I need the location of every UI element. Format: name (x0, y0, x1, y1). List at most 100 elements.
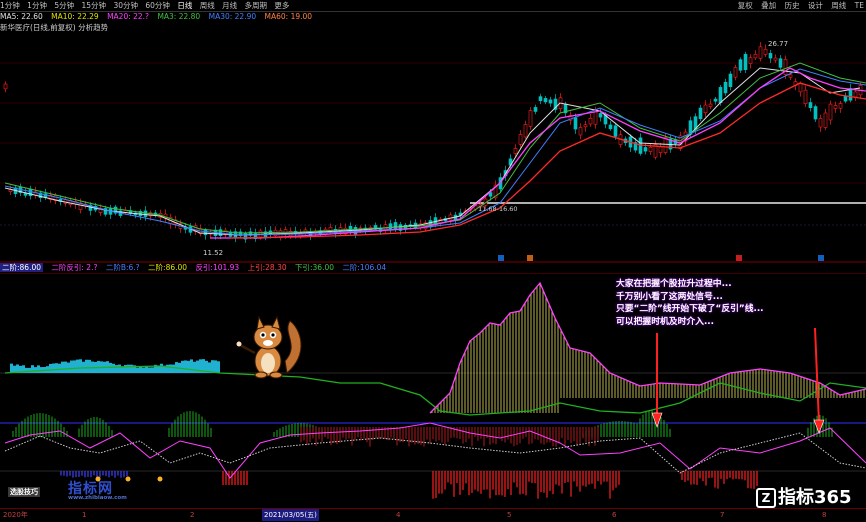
hist-bar (124, 364, 127, 373)
hist-bar (115, 365, 118, 373)
option-tab[interactable]: 周线 (831, 1, 846, 10)
time-label: 5 (507, 511, 512, 519)
event-marker[interactable] (498, 255, 504, 261)
candle (833, 105, 838, 109)
callout-line: 大家在把握个股拉升过程中... (616, 279, 732, 289)
event-marker[interactable] (527, 255, 533, 261)
option-tab[interactable]: TE (855, 1, 864, 10)
candle (808, 102, 813, 108)
option-tab[interactable]: 设计 (808, 1, 823, 10)
candle (773, 57, 778, 61)
period-tab-daily[interactable]: 日线 (177, 1, 192, 10)
hist-bar (217, 361, 220, 373)
candle (748, 57, 753, 64)
squirrel-icon (236, 315, 302, 379)
period-tab[interactable]: 15分钟 (82, 1, 107, 10)
indicator-item: 二阶反引: 2.? (51, 263, 98, 272)
hist-bar (184, 360, 187, 373)
period-tab[interactable]: 5分钟 (54, 1, 74, 10)
signal-dot (157, 476, 163, 482)
price-chart: 26.77 11.52 11.68-16.60 (0, 40, 866, 263)
candle (813, 106, 818, 120)
period-tab[interactable]: 60分钟 (145, 1, 170, 10)
candle (583, 124, 588, 128)
hist-bar (76, 359, 79, 373)
brand-url: www.zhibiaow.com (68, 495, 127, 501)
option-tab[interactable]: 复权 (738, 1, 753, 10)
indicator-item: 二阶:106.04 (342, 263, 387, 272)
indicator-item: 下引:36.00 (295, 263, 334, 272)
period-tab[interactable]: 月线 (222, 1, 237, 10)
candle (778, 58, 783, 68)
low-label: 11.52 (203, 249, 223, 257)
time-label: 2 (190, 511, 195, 519)
candle (433, 217, 438, 224)
candle (538, 96, 543, 102)
period-tab[interactable]: 1分钟 (0, 1, 20, 10)
hist-bar (130, 364, 133, 373)
hist-bar (79, 359, 82, 373)
hist-bar (190, 359, 193, 373)
period-tab[interactable]: 1分钟 (27, 1, 47, 10)
candle (518, 134, 523, 145)
white-dotted-lower (4, 432, 866, 474)
arrow-1 (651, 333, 663, 428)
hist-bar (61, 361, 64, 373)
hist-bar (169, 364, 172, 373)
callout-line: 千万别小看了这两处信号... (616, 291, 723, 302)
candle (708, 103, 713, 107)
period-tab[interactable]: 多周期 (245, 1, 268, 10)
candle (798, 83, 803, 93)
hist-bar (112, 363, 115, 373)
option-tab[interactable]: 叠加 (761, 1, 776, 10)
candle (598, 113, 603, 118)
hist-bar (127, 364, 130, 373)
candle (648, 146, 653, 152)
ma-item: MA30: 22.90 (208, 12, 257, 21)
hist-bar (85, 359, 88, 373)
candle (578, 127, 583, 136)
brand-watermark-right: Z 指标365 (756, 483, 852, 509)
candle (753, 53, 758, 59)
time-label: 2020年 (3, 511, 28, 519)
z-logo-icon: Z (756, 488, 776, 508)
candles (3, 42, 863, 243)
period-tab[interactable]: 更多 (274, 1, 289, 10)
chart-options: 复权 叠加 历史 设计 周线 TE (732, 0, 864, 11)
candle (608, 124, 613, 130)
indicator-item: 反引:101.93 (195, 263, 240, 272)
hist-bar (142, 367, 145, 373)
event-marker[interactable] (736, 255, 742, 261)
candle (733, 67, 738, 78)
hist-bar (37, 365, 40, 373)
option-tab[interactable]: 历史 (785, 1, 800, 10)
period-tab[interactable]: 周线 (200, 1, 215, 10)
callout-line: 可以把握时机及时介入... (616, 316, 714, 327)
indicator-legend: 二阶:86.00 二阶反引: 2.? 二阶B:6.? 二阶:86.00 反引:1… (0, 262, 866, 273)
callout-line: 只要“二阶”线开始下破了“反引”线... (616, 304, 764, 314)
event-marker[interactable] (818, 255, 824, 261)
candle (698, 107, 703, 120)
hist-bar (139, 366, 142, 373)
candle (658, 146, 663, 153)
hist-bar (214, 360, 217, 373)
time-cursor-label: 2021/03/05(五) (262, 509, 319, 521)
ma-line-white (4, 67, 861, 236)
candle (663, 137, 668, 153)
indicator-item: 二阶B:6.? (105, 263, 140, 272)
candle (738, 59, 743, 71)
hist-bar (181, 360, 184, 373)
ma-item: MA20: 22.? (107, 12, 150, 21)
indicator-name[interactable]: 二阶:86.00 (0, 263, 43, 272)
candle (3, 83, 8, 90)
candle (573, 117, 578, 130)
hist-bar (145, 366, 148, 373)
ma-item: MA3: 22.80 (157, 12, 201, 21)
time-label: 4 (396, 511, 401, 519)
annotation-callout: 大家在把握个股拉升过程中... 千万别小看了这两处信号... 只要“二阶”线开始… (616, 278, 856, 328)
indicator-item: 二阶:86.00 (148, 263, 188, 272)
hist-bar (49, 363, 52, 373)
hist-bar (88, 359, 91, 373)
period-tab[interactable]: 30分钟 (113, 1, 138, 10)
grid-lines (0, 62, 866, 263)
